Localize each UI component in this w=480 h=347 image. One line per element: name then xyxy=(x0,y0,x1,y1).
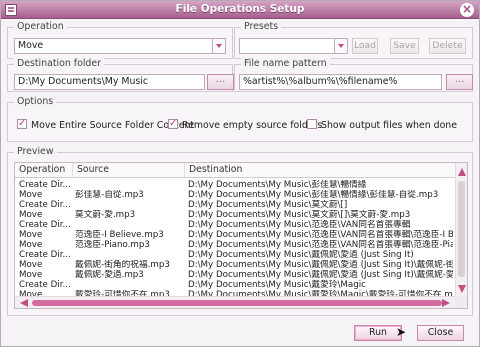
operation-cell: Move xyxy=(19,270,43,280)
vertical-scrollbar[interactable] xyxy=(455,163,467,298)
table-row[interactable]: Create Dir... D:\My Documents\My Music\戴愛… xyxy=(15,280,455,290)
table-row[interactable]: Move 莫文蔚-愛.mp3 D:\My Documents\My Music\莫文… xyxy=(15,210,455,220)
mouse-pointer-icon: ➤ xyxy=(396,325,407,339)
horizontal-scroll-thumb[interactable] xyxy=(32,300,442,306)
title-bar: File Operations Setup × xyxy=(1,1,479,19)
source-column-header[interactable]: Source xyxy=(73,163,185,178)
destination-cell: D:\My Documents\My Music\莫文蔚\[] xyxy=(188,200,348,210)
operation-column-header[interactable]: Operation xyxy=(15,163,73,178)
destination-folder-group: Destination folder D:\My Documents\My Mu… xyxy=(7,58,234,92)
scroll-right-icon[interactable] xyxy=(442,299,450,307)
file-name-pattern-legend: File name pattern xyxy=(241,58,330,69)
show-output-files-checkbox[interactable]: Show output files when done xyxy=(307,119,457,131)
operation-cell: Move xyxy=(19,260,43,270)
table-row[interactable]: Create Dir... D:\My Documents\My Music\彭佳… xyxy=(15,180,455,190)
options-group: Options Move Entire Source Folder Conten… xyxy=(7,96,473,142)
load-preset-button[interactable]: Load xyxy=(352,38,378,54)
table-row[interactable]: Move 范逸臣-I Believe.mp3 D:\My Documents\My … xyxy=(15,230,455,240)
horizontal-scrollbar[interactable] xyxy=(15,296,455,308)
checkbox-unchecked-icon[interactable] xyxy=(307,119,317,129)
destination-folder-input[interactable]: D:\My Documents\My Music xyxy=(14,74,205,90)
folder-browse-icon[interactable]: ... xyxy=(207,74,234,90)
table-row[interactable]: Create Dir... D:\My Documents\My Music\戴佩… xyxy=(15,250,455,260)
operation-select[interactable]: Move xyxy=(14,38,226,54)
file-name-pattern-group: File name pattern %artist%\%album%\%file… xyxy=(234,58,473,92)
destination-cell: D:\My Documents\My Music\戴佩妮\愛過 (Just Si… xyxy=(188,260,453,270)
operation-legend: Operation xyxy=(14,21,67,32)
vertical-scroll-thumb[interactable] xyxy=(458,181,465,277)
destination-cell: D:\My Documents\My Music\范逸臣\VAN同名首張專輯\范… xyxy=(188,240,453,250)
preview-legend: Preview xyxy=(14,146,57,157)
file-operations-window: File Operations Setup × Operation Move P… xyxy=(0,0,480,347)
window-title: File Operations Setup xyxy=(175,3,305,15)
table-row[interactable]: Move 彭佳慧-自從.mp3 D:\My Documents\My Music\彭… xyxy=(15,190,455,200)
table-row[interactable]: Move 戴佩妮-愛過.mp3 D:\My Documents\My Music\戴… xyxy=(15,270,455,280)
presets-select[interactable] xyxy=(239,38,348,54)
check-icon[interactable] xyxy=(168,118,178,129)
destination-column-header[interactable]: Destination xyxy=(185,163,455,178)
destination-cell: D:\My Documents\My Music\戴愛玲\Magic xyxy=(188,280,366,290)
operation-cell: Move xyxy=(19,230,43,240)
scroll-down-icon[interactable] xyxy=(458,285,466,293)
destination-cell: D:\My Documents\My Music\彭佳慧\暢情緣 xyxy=(188,180,367,190)
source-cell: 戴佩妮-街角的祝福.mp3 xyxy=(75,260,170,270)
presets-legend: Presets xyxy=(241,21,282,32)
source-cell: 范逸臣-Piano.mp3 xyxy=(75,240,150,250)
scroll-corner xyxy=(455,296,467,308)
chevron-down-icon[interactable] xyxy=(212,39,225,53)
preview-table-header: Operation Source Destination xyxy=(15,163,455,178)
remove-empty-folders-checkbox[interactable]: Remove empty source folders xyxy=(168,118,323,131)
file-name-pattern-input[interactable]: %artist%\%album%\%filename% xyxy=(239,74,442,90)
operation-cell: Move xyxy=(19,190,43,200)
operation-cell: Create Dir... xyxy=(19,200,71,210)
presets-group: Presets Load Save Delete xyxy=(234,21,473,59)
run-button[interactable]: Run xyxy=(354,325,402,341)
preview-table[interactable]: Operation Source Destination Create Dir.… xyxy=(14,162,468,309)
options-legend: Options xyxy=(14,96,57,107)
close-button[interactable]: Close xyxy=(417,325,464,341)
destination-cell: D:\My Documents\My Music\莫文蔚\[]\莫文蔚-愛.mp… xyxy=(188,210,411,220)
destination-cell: D:\My Documents\My Music\彭佳慧\暢情緣\彭佳慧-自從.… xyxy=(188,190,439,200)
table-row[interactable]: Move 范逸臣-Piano.mp3 D:\My Documents\My Musi… xyxy=(15,240,455,250)
source-cell: 戴佩妮-愛過.mp3 xyxy=(75,270,144,280)
operation-cell: Create Dir... xyxy=(19,250,71,260)
operation-cell: Create Dir... xyxy=(19,280,71,290)
preview-rows: Create Dir... D:\My Documents\My Music\彭佳… xyxy=(15,178,455,299)
scroll-left-icon[interactable] xyxy=(20,299,28,307)
source-cell: 范逸臣-I Believe.mp3 xyxy=(75,230,164,240)
table-row[interactable]: Create Dir... D:\My Documents\My Music\莫文… xyxy=(15,200,455,210)
operation-selected-value: Move xyxy=(18,40,44,51)
scroll-up-icon[interactable] xyxy=(458,168,466,176)
operation-cell: Create Dir... xyxy=(19,220,71,230)
check-icon[interactable] xyxy=(17,118,27,129)
close-icon[interactable]: × xyxy=(460,3,474,17)
operation-group: Operation Move xyxy=(7,21,233,59)
folder-browse-icon[interactable]: ... xyxy=(446,74,473,90)
show-output-files-label: Show output files when done xyxy=(321,120,458,131)
operation-cell: Create Dir... xyxy=(19,180,71,190)
destination-cell: D:\My Documents\My Music\范逸臣\VAN同名首張專輯\范… xyxy=(188,230,453,240)
chevron-down-icon[interactable] xyxy=(334,39,347,53)
table-row[interactable]: Move 戴佩妮-街角的祝福.mp3 D:\My Documents\My Musi… xyxy=(15,260,455,270)
table-row[interactable]: Create Dir... D:\My Documents\My Music\范逸… xyxy=(15,220,455,230)
operation-cell: Move xyxy=(19,240,43,250)
operation-cell: Move xyxy=(19,210,43,220)
destination-cell: D:\My Documents\My Music\戴佩妮\愛過 (Just Si… xyxy=(188,270,453,280)
remove-empty-folders-label: Remove empty source folders xyxy=(182,120,323,131)
destination-folder-legend: Destination folder xyxy=(14,58,104,69)
delete-preset-button[interactable]: Delete xyxy=(429,38,466,54)
destination-cell: D:\My Documents\My Music\戴佩妮\愛過 (Just Si… xyxy=(188,250,414,260)
destination-cell: D:\My Documents\My Music\范逸臣\VAN同名首張專輯 xyxy=(188,220,411,230)
save-preset-button[interactable]: Save xyxy=(390,38,419,54)
source-cell: 莫文蔚-愛.mp3 xyxy=(75,210,136,220)
source-cell: 彭佳慧-自從.mp3 xyxy=(75,190,144,200)
